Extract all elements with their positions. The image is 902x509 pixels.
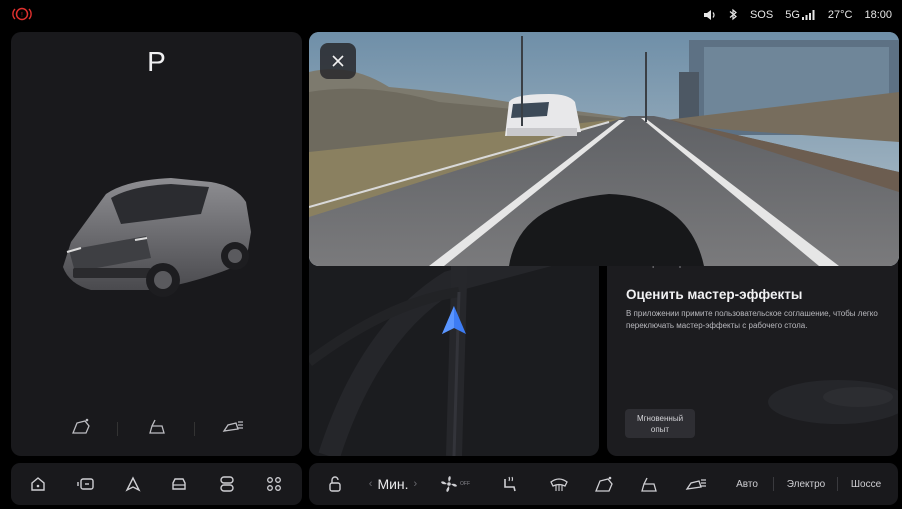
mode-highway-button[interactable]: Шоссе — [841, 463, 891, 505]
camera-feed-image — [309, 32, 899, 266]
gear-indicator: P — [147, 46, 166, 77]
headlight-quick-button[interactable] — [681, 463, 711, 505]
apps-stack-button[interactable] — [212, 463, 242, 505]
trunk-button[interactable] — [137, 406, 177, 446]
dashcam-popup[interactable] — [309, 32, 899, 266]
effects-illustration — [768, 380, 898, 424]
apps-grid-button[interactable] — [259, 463, 289, 505]
charge-port-icon — [72, 418, 90, 434]
media-icon — [77, 478, 94, 490]
headlight-button[interactable] — [213, 406, 253, 446]
seat-heat-button[interactable] — [495, 463, 523, 505]
defrost-icon — [550, 478, 568, 491]
instant-experience-button[interactable]: Мгновенный опыт — [625, 409, 695, 438]
status-bar: ! SOS 5G 27°C 18:00 — [0, 0, 902, 30]
trunk-icon — [641, 477, 657, 492]
button-label-line2: опыт — [650, 424, 670, 434]
fan-icon — [441, 476, 457, 492]
dock-left — [11, 463, 302, 505]
mode-electric-button[interactable]: Электро — [779, 463, 833, 505]
navigation-icon — [125, 476, 141, 492]
navigation-button[interactable] — [118, 463, 148, 505]
media-button[interactable] — [71, 463, 101, 505]
card-description: В приложении примите пользовательское со… — [626, 309, 878, 330]
defrost-button[interactable] — [545, 463, 573, 505]
close-icon — [332, 55, 344, 67]
fan-button[interactable]: OFF — [435, 463, 475, 505]
bluetooth-icon[interactable] — [729, 8, 738, 21]
fan-level-increase-icon[interactable]: › — [414, 478, 418, 490]
hazard-ring-icon[interactable]: ! — [12, 7, 32, 26]
charge-port-button[interactable] — [61, 406, 101, 446]
home-icon — [31, 477, 45, 491]
close-popup-button[interactable] — [320, 43, 356, 79]
charge-port-quick-button[interactable] — [589, 463, 619, 505]
headlight-icon — [685, 479, 706, 490]
dock-right: ‹ Мин. › OFF Авто Электро Шоссе — [309, 463, 898, 505]
seat-heat-icon — [504, 476, 516, 492]
svg-text:!: ! — [21, 13, 23, 19]
trunk-quick-button[interactable] — [634, 463, 664, 505]
vehicle-3d-icon[interactable] — [51, 172, 261, 302]
apps-stack-icon — [220, 476, 234, 492]
apps-grid-icon — [267, 477, 281, 491]
temperature: 27°C — [827, 8, 853, 21]
button-label-line1: Мгновенный — [636, 413, 684, 423]
charge-port-icon — [595, 476, 613, 492]
card-title: Оценить мастер-эффекты — [626, 287, 803, 302]
navigation-arrow-icon — [442, 306, 466, 334]
signal-icon — [801, 9, 815, 20]
volume-icon[interactable] — [703, 9, 717, 21]
trunk-icon — [149, 419, 165, 434]
clock: 18:00 — [864, 8, 892, 21]
vehicle-panel: P — [11, 32, 302, 456]
vehicle-button[interactable] — [164, 463, 194, 505]
home-button[interactable] — [23, 463, 53, 505]
lock-icon — [329, 476, 341, 492]
mode-auto-button[interactable]: Авто — [727, 463, 767, 505]
headlight-icon — [222, 421, 243, 432]
sos-label[interactable]: SOS — [750, 9, 773, 21]
network-indicator: 5G — [785, 9, 816, 21]
lock-button[interactable] — [321, 463, 349, 505]
fan-level-decrease-icon[interactable]: ‹ — [369, 478, 373, 490]
fan-level-control[interactable]: ‹ Мин. › — [357, 463, 429, 505]
fan-level-label: Мин. — [377, 476, 409, 492]
fan-off-label: OFF — [460, 481, 470, 487]
car-icon — [172, 478, 186, 490]
